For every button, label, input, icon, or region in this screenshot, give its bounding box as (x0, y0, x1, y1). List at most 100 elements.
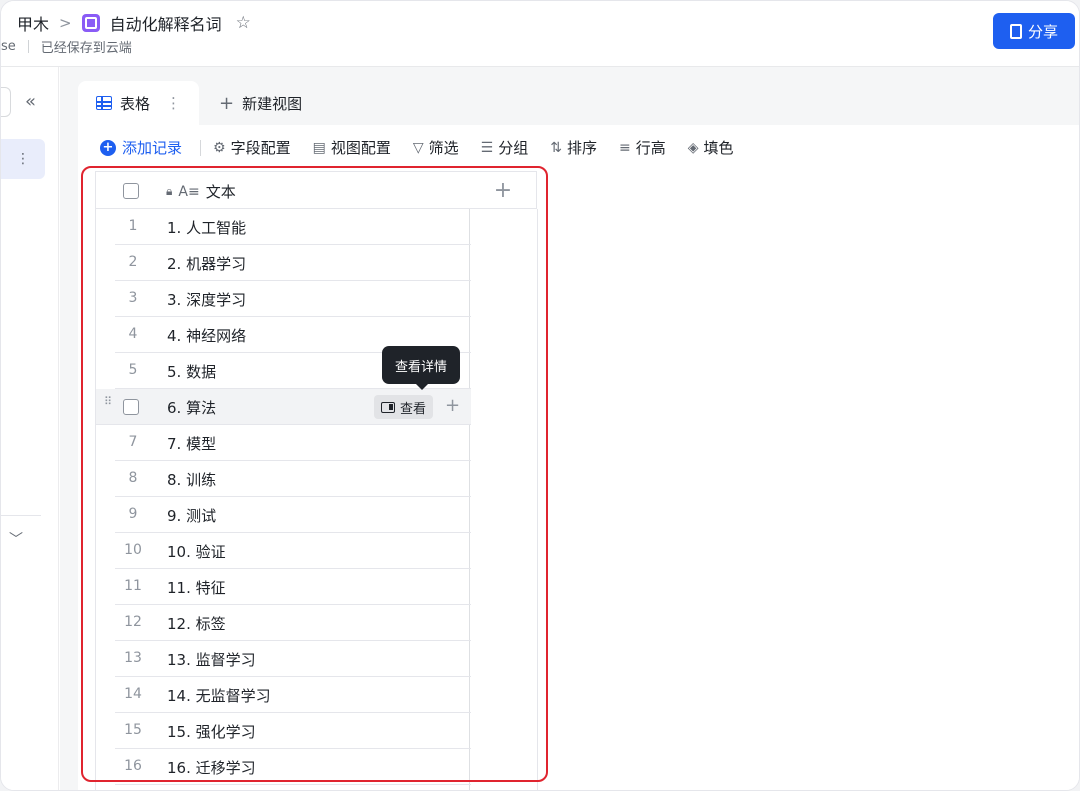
table-row[interactable]: 13 13. 监督学习 (115, 641, 471, 677)
save-status: 已经保存到云端 (40, 41, 132, 56)
field-config-label: 字段配置 (230, 139, 291, 157)
table-row[interactable]: 1 1. 人工智能 (115, 209, 471, 245)
row-text-cell[interactable]: 7. 模型 (167, 433, 216, 454)
view-config-button[interactable]: ▤ 视图配置 (313, 137, 391, 158)
view-tabs: 表格 ⋮ + 新建视图 (78, 81, 322, 125)
row-text-cell[interactable]: 14. 无监督学习 (167, 685, 271, 706)
row-checkbox[interactable] (123, 399, 139, 415)
gear-icon: ⚙ (213, 139, 226, 156)
row-text-cell[interactable]: 10. 验证 (167, 541, 226, 562)
view-settings-icon: ▤ (312, 139, 326, 156)
row-number: 4 (128, 326, 138, 342)
table-row[interactable]: 16 16. 迁移学习 (115, 749, 471, 785)
row-number: 3 (128, 290, 138, 306)
row-text-cell[interactable]: 2. 机器学习 (167, 253, 246, 274)
row-number: 7 (128, 434, 138, 450)
new-view-label: 新建视图 (242, 94, 303, 113)
row-text-cell[interactable]: 12. 标签 (167, 613, 226, 634)
table-row[interactable]: 8 8. 训练 (115, 461, 471, 497)
lock-icon: 🔒︎ (166, 184, 173, 198)
row-height-label: 行高 (635, 139, 666, 157)
toolbar-divider (200, 139, 202, 156)
row-number: 9 (128, 506, 138, 522)
filter-icon: ▽ (412, 139, 424, 156)
row-text-cell[interactable]: 3. 深度学习 (167, 289, 246, 310)
table-grid-icon (96, 96, 112, 110)
divider (27, 40, 29, 53)
group-label: 分组 (498, 139, 529, 157)
table-row[interactable]: 9 9. 测试 (115, 497, 471, 533)
select-all-checkbox[interactable] (123, 183, 139, 199)
table-body: 🔒︎ A≡ 文本 1 1. 人工智能 2 2. 机器学习 3 3. 深度学习 4 4. 神经网… (95, 171, 471, 790)
breadcrumb: 甲木 > 自动化解释名词 ☆ (17, 11, 251, 35)
row-text-cell[interactable]: 16. 迁移学习 (167, 757, 256, 778)
row-number: 1 (128, 218, 138, 234)
drag-handle-icon[interactable]: ⠿ (104, 396, 112, 413)
collapse-sidebar-icon[interactable]: « (25, 91, 36, 112)
table-row[interactable]: 7 7. 模型 (115, 425, 471, 461)
table-row[interactable]: 11 11. 特征 (115, 569, 471, 605)
row-number: 8 (128, 470, 138, 486)
add-record-button[interactable]: + 添加记录 (100, 137, 182, 158)
tab-table[interactable]: 表格 ⋮ (78, 81, 200, 125)
sidebar-item-active[interactable]: ⋮ (1, 139, 45, 179)
more-icon[interactable]: ⋮ (16, 151, 30, 167)
add-column-button[interactable]: + (470, 171, 537, 209)
row-text-cell[interactable]: 9. 测试 (167, 505, 216, 526)
row-number: 5 (128, 362, 138, 378)
top-header: 甲木 > 自动化解释名词 ☆ se 已经保存到云端 分享 (1, 1, 1079, 67)
row-number: 15 (124, 722, 142, 738)
building-icon (1009, 23, 1022, 39)
table-row[interactable]: ⠿ 6. 算法 查看 + (96, 389, 471, 425)
doc-title[interactable]: 自动化解释名词 (110, 11, 222, 35)
sidebar-search-box[interactable] (1, 87, 11, 117)
row-text-cell[interactable]: 15. 强化学习 (167, 721, 256, 742)
table-row[interactable]: 14 14. 无监督学习 (115, 677, 471, 713)
row-text-cell[interactable]: 11. 特征 (167, 577, 226, 598)
row-number: 14 (124, 686, 142, 702)
share-button[interactable]: 分享 (993, 13, 1075, 49)
toolbar: + 添加记录 ⚙ 字段配置 ▤ 视图配置 ▽ 筛选 ☰ 分组 ⇅ 排序 ≡ 行高… (100, 137, 756, 158)
row-text-cell[interactable]: 5. 数据 (167, 361, 216, 382)
table-row[interactable]: 10 10. 验证 (115, 533, 471, 569)
row-number: 11 (124, 578, 142, 594)
row-number: 13 (124, 650, 142, 666)
star-icon[interactable]: ☆ (236, 13, 251, 33)
field-config-button[interactable]: ⚙ 字段配置 (213, 137, 291, 158)
panel-icon (381, 401, 395, 413)
new-view-button[interactable]: + 新建视图 (199, 93, 322, 114)
chevron-down-icon[interactable]: ﹀ (9, 529, 23, 549)
breadcrumb-parent[interactable]: 甲木 (17, 11, 49, 35)
row-text-cell[interactable]: 1. 人工智能 (167, 217, 246, 238)
row-text-cell[interactable]: 4. 神经网络 (167, 325, 246, 346)
table-row[interactable]: 15 15. 强化学习 (115, 713, 471, 749)
filter-button[interactable]: ▽ 筛选 (413, 137, 459, 158)
view-record-button[interactable]: 查看 (374, 395, 434, 419)
tab-table-label: 表格 (120, 94, 151, 113)
column-header-text[interactable]: 🔒︎ A≡ 文本 (166, 181, 236, 202)
column-header-label: 文本 (205, 183, 236, 201)
row-text-cell[interactable]: 13. 监督学习 (167, 649, 256, 670)
table-row[interactable]: 2 2. 机器学习 (115, 245, 471, 281)
row-number: 16 (124, 758, 142, 774)
view-config-label: 视图配置 (330, 139, 391, 157)
row-text-cell[interactable]: 8. 训练 (167, 469, 216, 490)
view-details-tooltip: 查看详情 (382, 346, 461, 390)
sort-button[interactable]: ⇅ 排序 (550, 137, 597, 158)
tab-more-icon[interactable]: ⋮ (166, 94, 181, 112)
add-circle-icon: + (100, 139, 116, 156)
row-text-cell[interactable]: 6. 算法 (167, 397, 216, 418)
row-height-button[interactable]: ≡ 行高 (619, 137, 666, 158)
table-view: + 添加记录 ⚙ 字段配置 ▤ 视图配置 ▽ 筛选 ☰ 分组 ⇅ 排序 ≡ 行高… (78, 125, 1079, 790)
fill-color-label: 填色 (703, 139, 734, 157)
sidebar-divider (1, 515, 41, 516)
table-row[interactable]: 3 3. 深度学习 (115, 281, 471, 317)
share-label: 分享 (1027, 23, 1058, 41)
fill-color-button[interactable]: ◈ 填色 (688, 137, 734, 158)
table-header-row: 🔒︎ A≡ 文本 (96, 171, 471, 209)
group-button[interactable]: ☰ 分组 (481, 137, 529, 158)
breadcrumb-separator: > (59, 14, 72, 32)
row-add-icon[interactable]: + (445, 395, 460, 416)
table-row[interactable]: 12 12. 标签 (115, 605, 471, 641)
row-height-icon: ≡ (618, 139, 631, 156)
